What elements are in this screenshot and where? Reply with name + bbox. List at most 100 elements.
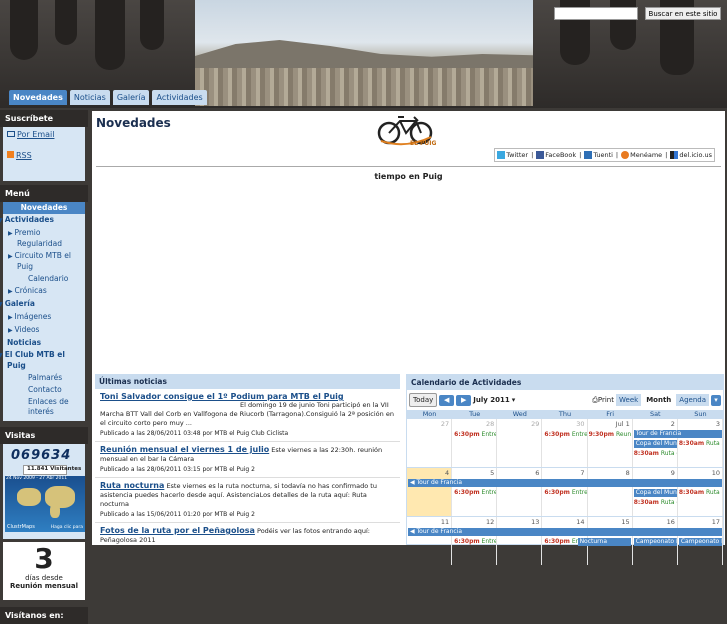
prev-month-button[interactable]: ◀ [439,394,455,406]
email-icon [7,131,15,137]
header-photo [195,0,533,106]
sidebar-item[interactable]: Palmarés [3,372,85,384]
weather-title: tiempo en Puig [374,172,443,181]
sidebar-item[interactable]: ▼ Galería [0,298,85,311]
header: Buscar en este sitio Novedades Noticias … [0,0,727,108]
days-number: 3 [34,542,54,575]
weekday-label: Sun [694,410,707,418]
sidebar-item[interactable]: ▶ Videos [3,324,85,337]
menu-title: Menú [0,185,88,202]
visitor-counter[interactable]: 069634 11.841 Visitantes 24 Nov 2009 - 2… [3,444,85,539]
twitter-icon [497,151,506,159]
sidebar-item[interactable]: Calendario [3,273,85,285]
month-label[interactable]: July 2011 [473,396,509,404]
calendar-event[interactable]: Copa del Mundo [633,440,677,448]
calendar-day[interactable]: 4 [407,468,453,516]
news-title[interactable]: Fotos de la ruta por el Peñagolosa [100,526,255,535]
sidebar-item[interactable]: ▶ Premio Regularidad [3,227,85,250]
sidebar-item[interactable]: Enlaces de interés [3,396,85,418]
tab-novedades[interactable]: Novedades [9,90,67,105]
share-bar: Twitter | FaceBook | Tuenti | Menéame | del.… [494,148,715,162]
tab-galeria[interactable]: Galería [112,90,150,105]
calendar-event[interactable]: 6:30pm Entrena [544,431,586,439]
news-text: El domingo 19 de junio Toni participó en… [100,401,394,427]
share-delicious[interactable]: del.icio.us [670,151,712,159]
next-month-button[interactable]: ▶ [456,394,472,406]
share-meneame[interactable]: Menéame [621,151,662,159]
calendar-day[interactable]: 28 [452,419,498,467]
sidebar-item[interactable]: Noticias [3,337,85,349]
sidebar-item[interactable]: ▼ El Club MTB el Puig [0,349,85,372]
calendar-day[interactable]: Jul 1 [588,419,633,467]
rss-link[interactable]: RSS [3,148,85,163]
calendar-toolbar: Today ◀ ▶ July 2011 ▾ ⎙Print Week Month … [407,390,723,410]
weekday-label: Mon [422,410,437,418]
news-title[interactable]: Reunión mensual el viernes 1 de julio [100,445,269,454]
sidebar-item[interactable]: Contacto [3,384,85,396]
rss-icon [7,151,14,158]
tab-actividades[interactable]: Actividades [152,90,207,105]
calendar-day[interactable]: 8 [588,468,633,516]
view-month[interactable]: Month [643,394,675,406]
logo-text: EL PUIG [410,140,437,147]
calendar-day[interactable]: 6 [497,468,543,516]
news-item: Ruta nocturna Este viernes es la ruta no… [95,478,400,523]
search-button[interactable]: Buscar en este sitio [644,7,722,20]
calendar-event[interactable]: ◀ Tour de Francia [408,479,722,487]
calendar-event[interactable]: 6:30pm Entrena [454,489,496,497]
page-title: Novedades [96,116,171,130]
latest-news-title: Últimas noticias [95,374,400,389]
calendar-event[interactable]: 8:30am Ruta s [679,440,722,448]
header-decoration [55,0,77,45]
weekday-header: Mon Tue Wed Thu Fri Sat Sun [407,410,723,418]
calendar-event[interactable]: 6:30pm Entrena [544,489,586,497]
email-link[interactable]: Por Email [3,127,85,142]
visitanos-title: Visítanos en: [0,607,88,624]
view-agenda[interactable]: Agenda [676,394,709,406]
search-input[interactable] [554,7,638,20]
sidebar-item[interactable]: ▶ Circuito MTB el Puig [3,250,85,273]
calendar-event[interactable]: 8:30am Ruta d [679,489,722,497]
view-week[interactable]: Week [616,394,642,406]
view-switcher: ⎙Print Week Month Agenda ▾ [592,394,721,406]
sidebar-item[interactable]: Novedades [3,202,85,214]
calendar-day[interactable]: 11 [407,517,453,565]
calendar-day[interactable]: 27 [407,419,453,467]
calendar-event[interactable]: 8:30am Ruta d [634,499,677,507]
share-twitter[interactable]: Twitter [497,151,528,159]
view-menu-icon[interactable]: ▾ [711,394,721,406]
share-tuenti[interactable]: Tuenti [584,151,613,159]
calendar-day[interactable]: 29 [497,419,543,467]
news-title[interactable]: Ruta nocturna [100,481,164,490]
chevron-down-icon[interactable]: ▾ [512,396,516,404]
calendar-grid: 27282930Jul 1236:30pm Entrena6:30pm Entr… [407,418,723,565]
news-meta: Publicado a las 15/06/2011 01:20 por MTB… [100,511,255,518]
latest-news: Últimas noticias Toni Salvador consigue … [95,374,400,544]
share-facebook[interactable]: FaceBook [536,151,576,159]
days-counter: 3 días desde Reunión mensual [3,542,85,600]
sidebar-item[interactable]: ▶ Imágenes [3,311,85,324]
counter-number: 069634 [11,448,72,463]
header-decoration [140,0,164,50]
sidebar-item[interactable]: ▼ Actividades [0,214,85,227]
activity-calendar: Calendario de Actividades Today ◀ ▶ July… [406,374,724,565]
days-event: Reunión mensual [9,582,79,590]
calendar-day[interactable]: 13 [497,517,543,565]
world-map: 24 Nov 2009 - 27 Abr 2011 ClustrMaps Hag… [5,476,85,532]
news-meta: Publicado a las 28/06/2011 03:48 por MTB… [100,430,289,437]
calendar-day[interactable]: 30 [542,419,588,467]
calendar-week: 27282930Jul 1236:30pm Entrena6:30pm Entr… [407,418,723,467]
calendar-event[interactable]: Tour de Francia [633,430,722,438]
news-item: Fotos de la ruta por el Peñagolosa Podéi… [95,523,400,549]
calendar-event[interactable]: 9:30pm Reunión [589,431,631,439]
calendar-event[interactable]: ◀ Tour de Francia [408,528,722,536]
calendar-event[interactable]: Copa del Mundo [633,489,677,497]
print-button[interactable]: ⎙Print [592,396,614,405]
tab-noticias[interactable]: Noticias [69,90,110,105]
sidebar-item[interactable]: ▶ Crónicas [3,285,85,298]
divider [96,166,721,167]
today-button[interactable]: Today [409,393,438,407]
news-title[interactable]: Toni Salvador consigue el 1º Podium para… [100,392,395,401]
calendar-event[interactable]: 8:30am Ruta d [634,450,677,458]
calendar-event[interactable]: 6:30pm Entrena [454,431,496,439]
